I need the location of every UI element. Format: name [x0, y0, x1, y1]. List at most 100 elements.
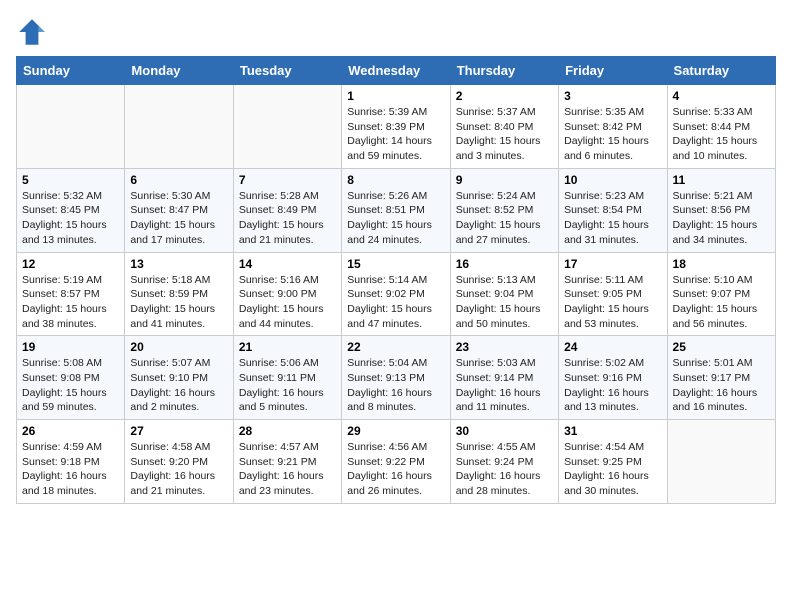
- logo: [16, 16, 52, 48]
- day-number: 20: [130, 340, 227, 354]
- calendar-cell: 7 Sunrise: 5:28 AMSunset: 8:49 PMDaylight…: [233, 168, 341, 252]
- day-number: 9: [456, 173, 553, 187]
- calendar-cell: 1Sunrise: 5:39 AMSunset: 8:39 PMDaylight…: [342, 85, 450, 169]
- day-info: Sunrise: 4:56 AMSunset: 9:22 PMDaylight:…: [347, 440, 444, 499]
- day-info: Sunrise: 5:08 AMSunset: 9:08 PMDaylight:…: [22, 356, 119, 415]
- calendar-cell: 27 Sunrise: 4:58 AMSunset: 9:20 PMDayligh…: [125, 420, 233, 504]
- day-info: Sunrise: 5:11 AMSunset: 9:05 PMDaylight:…: [564, 273, 661, 332]
- day-number: 5: [22, 173, 119, 187]
- day-number: 27: [130, 424, 227, 438]
- day-header-friday: Friday: [559, 57, 667, 85]
- day-info: Sunrise: 5:33 AMSunset: 8:44 PMDaylight:…: [673, 105, 770, 164]
- day-info: Sunrise: 5:26 AMSunset: 8:51 PMDaylight:…: [347, 189, 444, 248]
- calendar-cell: 6Sunrise: 5:30 AMSunset: 8:47 PMDaylight…: [125, 168, 233, 252]
- calendar-cell: 10 Sunrise: 5:23 AMSunset: 8:54 PMDayligh…: [559, 168, 667, 252]
- logo-icon: [16, 16, 48, 48]
- calendar-cell: 24 Sunrise: 5:02 AMSunset: 9:16 PMDayligh…: [559, 336, 667, 420]
- day-number: 12: [22, 257, 119, 271]
- calendar-cell: 21Sunrise: 5:06 AMSunset: 9:11 PMDayligh…: [233, 336, 341, 420]
- day-number: 4: [673, 89, 770, 103]
- day-info: Sunrise: 4:55 AMSunset: 9:24 PMDaylight:…: [456, 440, 553, 499]
- day-number: 14: [239, 257, 336, 271]
- day-number: 7: [239, 173, 336, 187]
- day-info: Sunrise: 5:10 AMSunset: 9:07 PMDaylight:…: [673, 273, 770, 332]
- day-number: 17: [564, 257, 661, 271]
- day-header-saturday: Saturday: [667, 57, 775, 85]
- day-number: 11: [673, 173, 770, 187]
- header: [16, 16, 776, 48]
- day-info: Sunrise: 5:19 AMSunset: 8:57 PMDaylight:…: [22, 273, 119, 332]
- day-info: Sunrise: 5:39 AMSunset: 8:39 PMDaylight:…: [347, 105, 444, 164]
- calendar-cell: 8 Sunrise: 5:26 AMSunset: 8:51 PMDaylight…: [342, 168, 450, 252]
- calendar-cell: 9 Sunrise: 5:24 AMSunset: 8:52 PMDaylight…: [450, 168, 558, 252]
- calendar-cell: 12 Sunrise: 5:19 AMSunset: 8:57 PMDayligh…: [17, 252, 125, 336]
- day-number: 22: [347, 340, 444, 354]
- day-info: Sunrise: 5:02 AMSunset: 9:16 PMDaylight:…: [564, 356, 661, 415]
- day-number: 6: [130, 173, 227, 187]
- day-info: Sunrise: 5:04 AMSunset: 9:13 PMDaylight:…: [347, 356, 444, 415]
- calendar-cell: 18 Sunrise: 5:10 AMSunset: 9:07 PMDayligh…: [667, 252, 775, 336]
- calendar-cell: [233, 85, 341, 169]
- day-info: Sunrise: 5:21 AMSunset: 8:56 PMDaylight:…: [673, 189, 770, 248]
- calendar-cell: [125, 85, 233, 169]
- calendar-cell: 29 Sunrise: 4:56 AMSunset: 9:22 PMDayligh…: [342, 420, 450, 504]
- calendar-cell: 25 Sunrise: 5:01 AMSunset: 9:17 PMDayligh…: [667, 336, 775, 420]
- day-number: 29: [347, 424, 444, 438]
- day-number: 23: [456, 340, 553, 354]
- day-info: Sunrise: 5:07 AMSunset: 9:10 PMDaylight:…: [130, 356, 227, 415]
- calendar-cell: 20 Sunrise: 5:07 AMSunset: 9:10 PMDayligh…: [125, 336, 233, 420]
- day-info: Sunrise: 4:54 AMSunset: 9:25 PMDaylight:…: [564, 440, 661, 499]
- calendar-cell: 19 Sunrise: 5:08 AMSunset: 9:08 PMDayligh…: [17, 336, 125, 420]
- day-number: 25: [673, 340, 770, 354]
- calendar-cell: 17 Sunrise: 5:11 AMSunset: 9:05 PMDayligh…: [559, 252, 667, 336]
- day-number: 16: [456, 257, 553, 271]
- day-info: Sunrise: 5:14 AMSunset: 9:02 PMDaylight:…: [347, 273, 444, 332]
- day-info: Sunrise: 4:57 AMSunset: 9:21 PMDaylight:…: [239, 440, 336, 499]
- day-info: Sunrise: 5:28 AMSunset: 8:49 PMDaylight:…: [239, 189, 336, 248]
- day-info: Sunrise: 5:03 AMSunset: 9:14 PMDaylight:…: [456, 356, 553, 415]
- calendar-cell: 13 Sunrise: 5:18 AMSunset: 8:59 PMDayligh…: [125, 252, 233, 336]
- calendar-cell: 14Sunrise: 5:16 AMSunset: 9:00 PMDayligh…: [233, 252, 341, 336]
- day-header-thursday: Thursday: [450, 57, 558, 85]
- calendar-cell: 26 Sunrise: 4:59 AMSunset: 9:18 PMDayligh…: [17, 420, 125, 504]
- day-number: 13: [130, 257, 227, 271]
- day-info: Sunrise: 5:06 AMSunset: 9:11 PMDaylight:…: [239, 356, 336, 415]
- day-number: 19: [22, 340, 119, 354]
- day-info: Sunrise: 5:18 AMSunset: 8:59 PMDaylight:…: [130, 273, 227, 332]
- day-info: Sunrise: 4:58 AMSunset: 9:20 PMDaylight:…: [130, 440, 227, 499]
- day-info: Sunrise: 5:01 AMSunset: 9:17 PMDaylight:…: [673, 356, 770, 415]
- day-info: Sunrise: 5:32 AMSunset: 8:45 PMDaylight:…: [22, 189, 119, 248]
- day-number: 30: [456, 424, 553, 438]
- day-info: Sunrise: 4:59 AMSunset: 9:18 PMDaylight:…: [22, 440, 119, 499]
- day-info: Sunrise: 5:23 AMSunset: 8:54 PMDaylight:…: [564, 189, 661, 248]
- day-header-sunday: Sunday: [17, 57, 125, 85]
- calendar-cell: 5 Sunrise: 5:32 AMSunset: 8:45 PMDaylight…: [17, 168, 125, 252]
- calendar-cell: 31 Sunrise: 4:54 AMSunset: 9:25 PMDayligh…: [559, 420, 667, 504]
- day-number: 31: [564, 424, 661, 438]
- day-number: 15: [347, 257, 444, 271]
- day-info: Sunrise: 5:37 AMSunset: 8:40 PMDaylight:…: [456, 105, 553, 164]
- day-number: 18: [673, 257, 770, 271]
- calendar-cell: [17, 85, 125, 169]
- calendar-cell: 11 Sunrise: 5:21 AMSunset: 8:56 PMDayligh…: [667, 168, 775, 252]
- day-header-wednesday: Wednesday: [342, 57, 450, 85]
- calendar-cell: 22 Sunrise: 5:04 AMSunset: 9:13 PMDayligh…: [342, 336, 450, 420]
- calendar-cell: 23 Sunrise: 5:03 AMSunset: 9:14 PMDayligh…: [450, 336, 558, 420]
- day-info: Sunrise: 5:24 AMSunset: 8:52 PMDaylight:…: [456, 189, 553, 248]
- day-number: 10: [564, 173, 661, 187]
- day-info: Sunrise: 5:35 AMSunset: 8:42 PMDaylight:…: [564, 105, 661, 164]
- day-header-monday: Monday: [125, 57, 233, 85]
- day-number: 28: [239, 424, 336, 438]
- day-number: 24: [564, 340, 661, 354]
- calendar-cell: 30 Sunrise: 4:55 AMSunset: 9:24 PMDayligh…: [450, 420, 558, 504]
- calendar-cell: [667, 420, 775, 504]
- calendar-cell: 16 Sunrise: 5:13 AMSunset: 9:04 PMDayligh…: [450, 252, 558, 336]
- day-number: 8: [347, 173, 444, 187]
- day-number: 26: [22, 424, 119, 438]
- day-info: Sunrise: 5:13 AMSunset: 9:04 PMDaylight:…: [456, 273, 553, 332]
- calendar-cell: 15 Sunrise: 5:14 AMSunset: 9:02 PMDayligh…: [342, 252, 450, 336]
- day-number: 3: [564, 89, 661, 103]
- calendar-cell: 28 Sunrise: 4:57 AMSunset: 9:21 PMDayligh…: [233, 420, 341, 504]
- calendar-cell: 2Sunrise: 5:37 AMSunset: 8:40 PMDaylight…: [450, 85, 558, 169]
- calendar-table: SundayMondayTuesdayWednesdayThursdayFrid…: [16, 56, 776, 504]
